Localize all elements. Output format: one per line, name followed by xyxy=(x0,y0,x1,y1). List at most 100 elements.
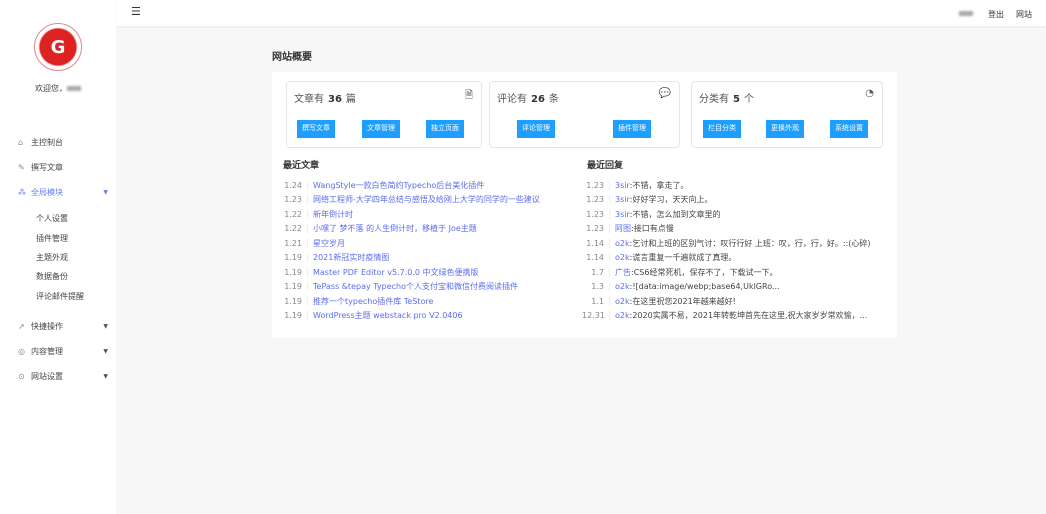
reply-author-link[interactable]: 广告 xyxy=(615,267,631,278)
reply-author-link[interactable]: o2k xyxy=(615,282,630,291)
reply-text[interactable]: 乞讨和上班的区别气讨：叹行行好 上班：叹，行，行，好。::(心碎) xyxy=(632,238,870,249)
categories-button[interactable]: 栏目分类 xyxy=(703,120,741,138)
sidebar-sub-backup[interactable]: 数据备份 xyxy=(36,271,68,282)
site-link[interactable]: 网站 xyxy=(1016,9,1032,20)
post-link[interactable]: TePass &tepay Typecho个人支付宝和微信付费阅读插件 xyxy=(313,281,518,292)
stat-count: 26 xyxy=(531,94,545,105)
reply-text[interactable]: 2020实属不易，2021年转乾坤首先在这里,祝大家岁岁常欢愉，... xyxy=(632,310,867,321)
list-item: 1.7 广告: CS6经常死机，保存不了，下载试一下。 xyxy=(582,265,871,280)
sidebar-item-content[interactable]: ◎ 内容管理 ▼ xyxy=(18,346,108,357)
post-link[interactable]: 2021新冠实时疫情图 xyxy=(313,252,389,263)
categories-card: 分类有 5 个 ◔ 栏目分类 更换外观 系统设置 xyxy=(691,81,883,148)
post-date: 1.19 xyxy=(280,253,308,263)
reply-text[interactable]: 谎言重复一千遍就成了真理。 xyxy=(632,252,736,263)
post-link[interactable]: WangStyle一款白色简约Typecho后台美化插件 xyxy=(313,180,484,191)
list-item: 1.14 o2k: 谎言重复一千遍就成了真理。 xyxy=(582,251,871,266)
list-item: 1.19 WordPress主题 webstack pro V2.0406 xyxy=(280,309,540,324)
settings-icon: ⊙ xyxy=(18,372,25,381)
home-icon: ⌂ xyxy=(18,138,24,147)
reply-date: 1.23 xyxy=(582,224,610,234)
sidebar-item-write[interactable]: ✎ 撰写文章 xyxy=(18,162,108,173)
list-item: 1.23 3sir: 不错，拿走了。 xyxy=(582,178,871,193)
reply-text[interactable]: 不错，怎么加到文章里的 xyxy=(632,209,720,220)
sidebar-item-dashboard[interactable]: ⌂ 主控制台 xyxy=(18,137,108,148)
stat-unit: 篇 xyxy=(345,94,356,105)
post-link[interactable]: Master PDF Editor v5.7.0.0 中文绿色便携版 xyxy=(313,267,478,278)
comment-icon: 💬 xyxy=(658,88,671,99)
recent-replies-title: 最近回复 xyxy=(587,161,624,171)
list-item: 1.24 WangStyle一款白色简约Typecho后台美化插件 xyxy=(280,178,540,193)
modules-icon: ⁂ xyxy=(18,188,26,197)
sidebar: G 欢迎您， ⌂ 主控制台 ✎ 撰写文章 ⁂ 全局模块 ▼ 个人设置 插件管理 主题外观… xyxy=(0,0,116,514)
manage-posts-button[interactable]: 文章管理 xyxy=(362,120,400,138)
reply-text[interactable]: 在这里祝您2021年越来越好! xyxy=(632,296,736,307)
reply-author-link[interactable]: o2k xyxy=(615,253,630,262)
edit-icon: ✎ xyxy=(18,163,25,172)
menu-toggle-icon[interactable]: ☰ xyxy=(131,6,141,17)
reply-author-link[interactable]: 阿图 xyxy=(615,223,631,234)
write-post-button[interactable]: 撰写文章 xyxy=(297,120,335,138)
list-item: 1.23 3sir: 好好学习，天天向上。 xyxy=(582,193,871,208)
sidebar-item-modules[interactable]: ⁂ 全局模块 ▼ xyxy=(18,187,108,198)
stat-prefix: 评论有 xyxy=(497,94,527,105)
posts-stat: 文章有 36 篇 xyxy=(294,90,356,105)
stat-count: 5 xyxy=(733,94,740,105)
post-link[interactable]: WordPress主题 webstack pro V2.0406 xyxy=(313,310,463,321)
reply-text[interactable]: ![data:image/webp;base64,UklGRo... xyxy=(632,282,779,291)
reply-author-link[interactable]: 3sir xyxy=(615,195,630,204)
nav-label: 全局模块 xyxy=(31,188,63,197)
logout-link[interactable]: 登出 xyxy=(988,9,1004,20)
list-item: 1.14 o2k: 乞讨和上班的区别气讨：叹行行好 上班：叹，行，行，好。::(心… xyxy=(582,236,871,251)
top-header: ☰ 登出 网站 xyxy=(116,0,1046,26)
sidebar-sub-plugins[interactable]: 插件管理 xyxy=(36,233,68,244)
post-link[interactable]: 小嘿了 梦不落 的人生倒计时，移植于 Joe主题 xyxy=(313,223,477,234)
manage-comments-button[interactable]: 评论管理 xyxy=(517,120,555,138)
comments-stat: 评论有 26 条 xyxy=(497,90,559,105)
reply-text[interactable]: CS6经常死机，保存不了，下载试一下。 xyxy=(634,267,778,278)
list-item: 1.1 o2k: 在这里祝您2021年越来越好! xyxy=(582,294,871,309)
stat-count: 36 xyxy=(328,94,342,105)
avatar[interactable]: G xyxy=(34,23,82,71)
caret-down-icon: ▼ xyxy=(103,348,108,355)
reply-author-link[interactable]: o2k xyxy=(615,311,630,320)
overview-panel: 文章有 36 篇 🗎 撰写文章 文章管理 独立页面 评论有 26 条 💬 评论管理 插件… xyxy=(272,72,897,338)
system-settings-button[interactable]: 系统设置 xyxy=(830,120,868,138)
sidebar-sub-themes[interactable]: 主题外观 xyxy=(36,252,68,263)
reply-author-link[interactable]: 3sir xyxy=(615,181,630,190)
list-item: 1.21 星空岁月 xyxy=(280,236,540,251)
reply-text[interactable]: 好好学习，天天向上。 xyxy=(632,194,712,205)
username-blurred[interactable] xyxy=(959,11,973,16)
post-link[interactable]: 推荐一个typecho插件库 TeStore xyxy=(313,296,433,307)
post-link[interactable]: 星空岁月 xyxy=(313,238,345,249)
recent-replies-list: 1.23 3sir: 不错，拿走了。 1.23 3sir: 好好学习，天天向上。 1.2… xyxy=(582,178,871,323)
list-item: 1.19 推荐一个typecho插件库 TeStore xyxy=(280,294,540,309)
reply-text[interactable]: 不错，拿走了。 xyxy=(632,180,688,191)
sidebar-item-settings[interactable]: ⊙ 网站设置 ▼ xyxy=(18,371,108,382)
list-item: 1.23 阿图: 接口有点慢 xyxy=(582,222,871,237)
caret-down-icon: ▼ xyxy=(103,189,108,196)
list-item: 1.19 Master PDF Editor v5.7.0.0 中文绿色便携版 xyxy=(280,265,540,280)
pages-button[interactable]: 独立页面 xyxy=(426,120,464,138)
post-date: 1.22 xyxy=(280,224,308,234)
reply-text[interactable]: 接口有点慢 xyxy=(634,223,674,234)
post-link[interactable]: 新年倒计时 xyxy=(313,209,353,220)
post-date: 1.23 xyxy=(280,195,308,205)
post-date: 1.21 xyxy=(280,238,308,248)
post-date: 1.19 xyxy=(280,311,308,321)
reply-author-link[interactable]: 3sir xyxy=(615,210,630,219)
post-date: 1.24 xyxy=(280,180,308,190)
nav-label: 撰写文章 xyxy=(31,163,63,172)
username-blurred xyxy=(67,86,81,91)
change-theme-button[interactable]: 更换外观 xyxy=(766,120,804,138)
manage-plugins-button[interactable]: 插件管理 xyxy=(613,120,651,138)
reply-author-link[interactable]: o2k xyxy=(615,239,630,248)
sidebar-sub-mail[interactable]: 评论邮件提醒 xyxy=(36,291,84,302)
list-item: 1.19 2021新冠实时疫情图 xyxy=(280,251,540,266)
reply-author-link[interactable]: o2k xyxy=(615,297,630,306)
document-icon: 🗎 xyxy=(464,90,473,101)
sidebar-item-shortcuts[interactable]: ↗ 快捷操作 ▼ xyxy=(18,321,108,332)
sidebar-sub-profile[interactable]: 个人设置 xyxy=(36,213,68,224)
stat-unit: 条 xyxy=(548,94,559,105)
list-item: 1.23 3sir: 不错，怎么加到文章里的 xyxy=(582,207,871,222)
post-link[interactable]: 网络工程师-大学四年总结与感悟及给刚上大学的同学的一些建议 xyxy=(313,194,540,205)
